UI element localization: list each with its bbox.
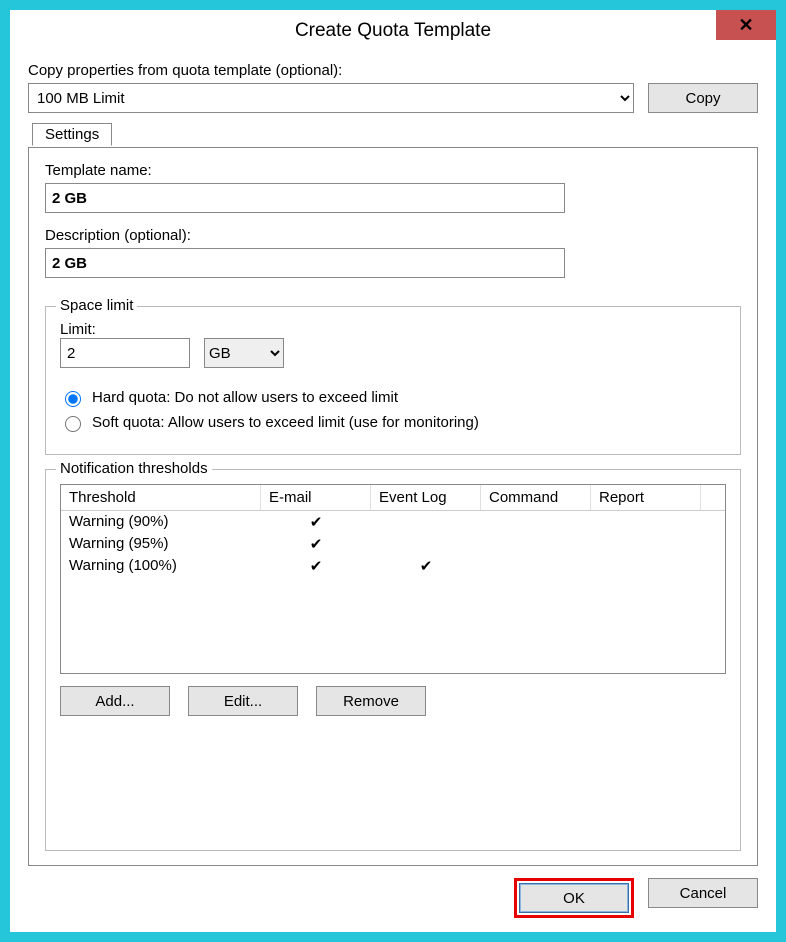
copy-template-section: Copy properties from quota template (opt… bbox=[28, 62, 758, 113]
hard-quota-label: Hard quota: Do not allow users to exceed… bbox=[92, 389, 398, 406]
tab-settings[interactable]: Settings bbox=[32, 123, 112, 146]
thresholds-header: Threshold E-mail Event Log Command Repor… bbox=[61, 485, 725, 511]
dialog-buttons: OK Cancel bbox=[28, 866, 758, 918]
template-name-label: Template name: bbox=[45, 162, 741, 179]
close-button[interactable]: ✕ bbox=[716, 10, 776, 40]
check-icon bbox=[481, 533, 591, 555]
check-icon: ✔ bbox=[371, 555, 481, 577]
col-command[interactable]: Command bbox=[481, 485, 591, 510]
close-icon: ✕ bbox=[738, 15, 753, 36]
check-icon bbox=[591, 511, 701, 533]
space-limit-group: Space limit Limit: GB Hard quota: Do not… bbox=[45, 306, 741, 455]
tabs: Settings Template name: Description (opt… bbox=[28, 147, 758, 866]
soft-quota-radio[interactable] bbox=[65, 416, 81, 432]
check-icon: ✔ bbox=[261, 511, 371, 533]
thresholds-legend: Notification thresholds bbox=[56, 460, 212, 477]
soft-quota-label: Soft quota: Allow users to exceed limit … bbox=[92, 414, 479, 431]
threshold-label: Warning (100%) bbox=[61, 555, 261, 577]
window-title: Create Quota Template bbox=[10, 20, 776, 42]
check-icon: ✔ bbox=[261, 555, 371, 577]
table-row[interactable]: Warning (95%)✔ bbox=[61, 533, 725, 555]
space-limit-legend: Space limit bbox=[56, 297, 137, 314]
threshold-label: Warning (95%) bbox=[61, 533, 261, 555]
thresholds-group: Notification thresholds Threshold E-mail… bbox=[45, 469, 741, 851]
table-row[interactable]: Warning (90%)✔ bbox=[61, 511, 725, 533]
check-icon bbox=[481, 555, 591, 577]
thresholds-table[interactable]: Threshold E-mail Event Log Command Repor… bbox=[60, 484, 726, 674]
col-report[interactable]: Report bbox=[591, 485, 701, 510]
copy-template-label: Copy properties from quota template (opt… bbox=[28, 62, 758, 79]
tab-body: Template name: Description (optional): S… bbox=[28, 147, 758, 866]
limit-label: Limit: bbox=[60, 321, 190, 338]
remove-threshold-button[interactable]: Remove bbox=[316, 686, 426, 716]
description-label: Description (optional): bbox=[45, 227, 741, 244]
limit-input[interactable] bbox=[60, 338, 190, 368]
template-name-input[interactable] bbox=[45, 183, 565, 213]
dialog-window: Create Quota Template ✕ Copy properties … bbox=[0, 0, 786, 942]
cancel-button[interactable]: Cancel bbox=[648, 878, 758, 908]
threshold-label: Warning (90%) bbox=[61, 511, 261, 533]
check-icon: ✔ bbox=[261, 533, 371, 555]
copy-template-select[interactable]: 100 MB Limit bbox=[28, 83, 634, 113]
titlebar: Create Quota Template ✕ bbox=[10, 10, 776, 52]
edit-threshold-button[interactable]: Edit... bbox=[188, 686, 298, 716]
limit-unit-select[interactable]: GB bbox=[204, 338, 284, 368]
check-icon bbox=[371, 511, 481, 533]
description-input[interactable] bbox=[45, 248, 565, 278]
check-icon bbox=[591, 555, 701, 577]
check-icon bbox=[371, 533, 481, 555]
table-row[interactable]: Warning (100%)✔✔ bbox=[61, 555, 725, 577]
check-icon bbox=[591, 533, 701, 555]
hard-quota-radio[interactable] bbox=[65, 391, 81, 407]
copy-button[interactable]: Copy bbox=[648, 83, 758, 113]
check-icon bbox=[481, 511, 591, 533]
dialog-content: Copy properties from quota template (opt… bbox=[10, 52, 776, 932]
ok-button-highlight: OK bbox=[514, 878, 634, 918]
col-threshold[interactable]: Threshold bbox=[61, 485, 261, 510]
col-event[interactable]: Event Log bbox=[371, 485, 481, 510]
add-threshold-button[interactable]: Add... bbox=[60, 686, 170, 716]
ok-button[interactable]: OK bbox=[519, 883, 629, 913]
col-email[interactable]: E-mail bbox=[261, 485, 371, 510]
